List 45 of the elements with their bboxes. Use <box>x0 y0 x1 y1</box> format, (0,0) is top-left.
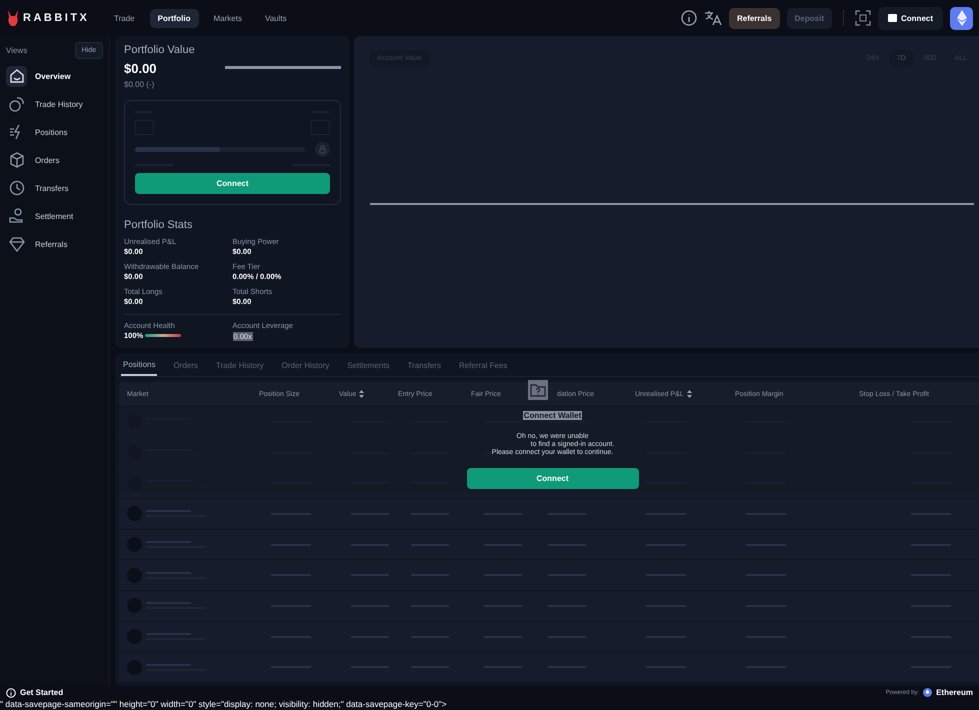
health-bar <box>145 334 182 336</box>
lock-icon <box>315 142 330 157</box>
sidebar-item[interactable]: Positions <box>6 118 103 146</box>
tab[interactable]: Positions <box>121 357 158 376</box>
network-name: Ethereum <box>936 688 973 697</box>
network-button[interactable] <box>950 6 973 30</box>
portfolio-value: $0.00 <box>124 61 157 76</box>
nav-tab[interactable]: Vaults <box>256 8 295 28</box>
home-icon <box>8 68 24 84</box>
info-icon[interactable] <box>680 10 697 26</box>
info-icon <box>6 688 16 698</box>
brand-name: RABBITX <box>23 12 90 24</box>
ethereum-icon <box>956 10 966 26</box>
referrals-button[interactable]: Referrals <box>728 8 780 28</box>
get-started-link[interactable]: Get Started <box>6 688 64 698</box>
ethereum-icon <box>923 688 932 697</box>
empty-state-title: Connect Wallet <box>522 411 582 420</box>
panel-title: Portfolio Value <box>124 44 196 56</box>
sort-icon <box>359 390 364 398</box>
wallet-icon <box>888 14 897 22</box>
coins-icon <box>8 96 24 112</box>
sidebar-item[interactable]: Overview <box>6 62 103 90</box>
sidebar-item[interactable]: Trade History <box>6 90 103 118</box>
portfolio-change: $0.00 (-) <box>124 80 156 89</box>
connect-button[interactable]: Connect <box>466 468 638 489</box>
panel-title: Portfolio Stats <box>124 219 194 231</box>
nav-tab[interactable]: Portfolio <box>150 8 198 28</box>
connect-button[interactable]: Connect <box>135 173 330 194</box>
diamond-icon <box>8 236 24 252</box>
translate-icon[interactable] <box>704 10 722 26</box>
sidebar-item[interactable]: Orders <box>6 146 103 174</box>
sidebar-item[interactable]: Transfers <box>6 174 103 202</box>
nav-tab[interactable]: Trade <box>106 8 143 28</box>
hand-coin-icon <box>8 208 24 224</box>
stray-markup-text: " data-savepage-sameorigin="" height="0" width="0" style="display: none; visibility: hidden;" data-savepage-key="0-0"> <box>0 699 448 710</box>
connect-button[interactable]: Connect <box>878 6 943 30</box>
sidebar-title: Views <box>6 46 28 55</box>
rabbit-logo-icon <box>7 10 19 26</box>
box-icon <box>8 152 24 168</box>
nav-tab[interactable]: Markets <box>206 8 250 28</box>
clock-icon <box>8 180 24 196</box>
sort-icon <box>686 390 692 398</box>
scan-icon[interactable] <box>855 10 871 26</box>
sidebar-item[interactable]: Referrals <box>6 230 103 258</box>
sidebar-item[interactable]: Settlement <box>6 202 103 230</box>
